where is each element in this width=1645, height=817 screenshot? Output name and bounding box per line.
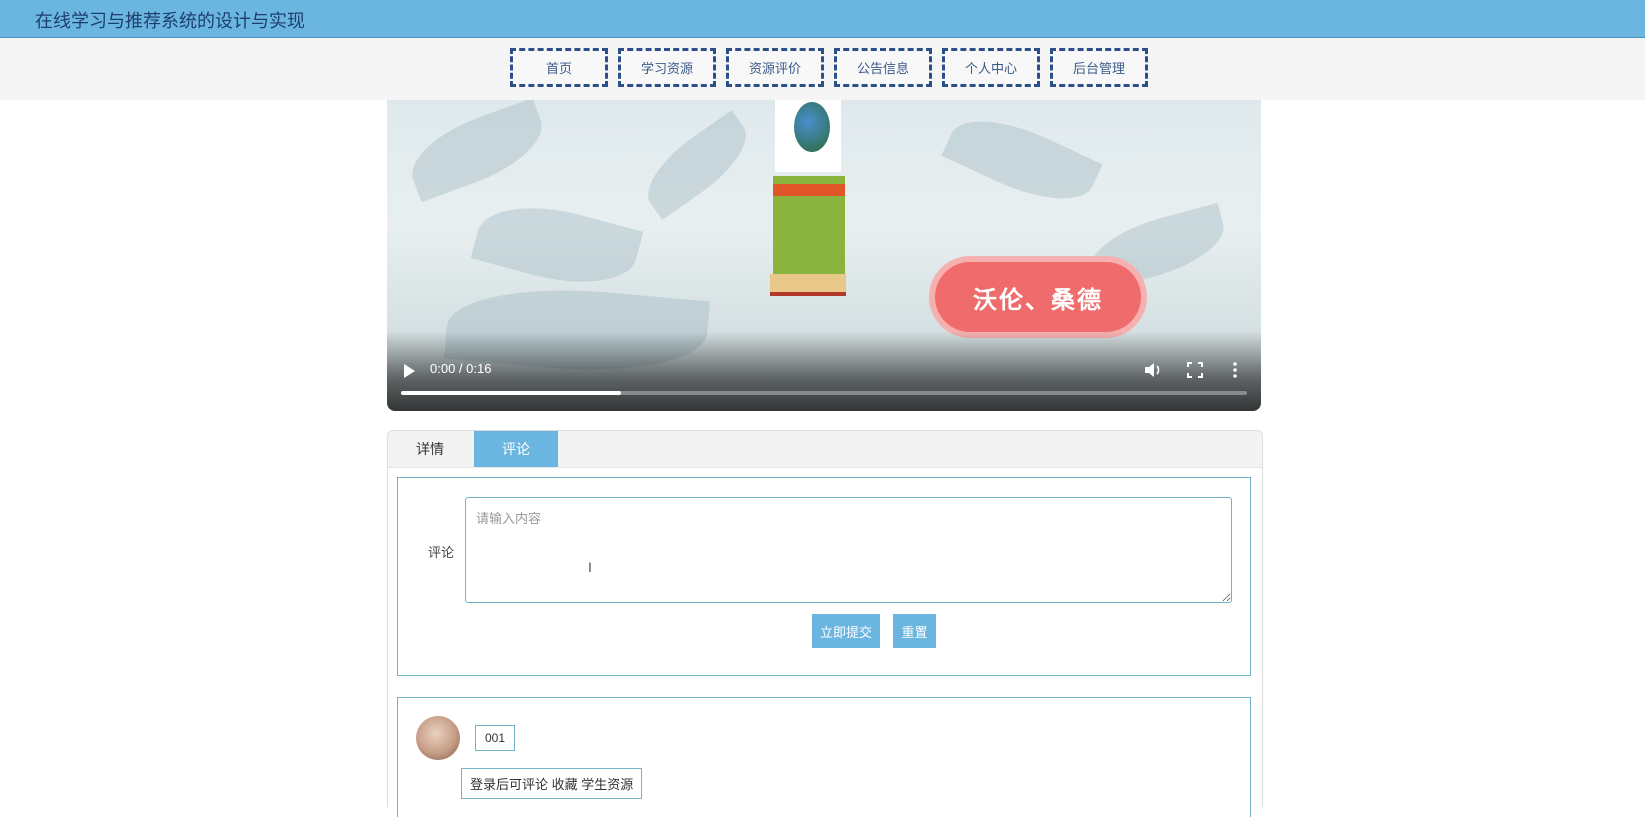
video-controls: 0:00 / 0:16 <box>387 331 1261 411</box>
nav-bar: 首页 学习资源 资源评价 公告信息 个人中心 后台管理 <box>0 38 1645 100</box>
comment-text: 登录后可评论 收藏 学生资源 <box>461 768 643 799</box>
video-progress-bar[interactable] <box>401 391 1247 395</box>
tab-bar: 详情 评论 <box>388 431 1262 468</box>
content-panel: 详情 评论 评论 I 立即提交 重置 001 登录后可评论 收藏 学生资源 <box>387 430 1263 817</box>
background-leaf <box>470 190 644 300</box>
globe-icon <box>794 102 830 152</box>
background-leaf <box>941 101 1103 219</box>
play-icon[interactable] <box>404 364 415 378</box>
site-title: 在线学习与推荐系统的设计与实现 <box>35 11 305 31</box>
book-illustration <box>770 100 846 296</box>
tab-comments[interactable]: 评论 <box>474 431 558 467</box>
avatar <box>416 716 460 760</box>
volume-icon[interactable] <box>1144 362 1162 378</box>
fullscreen-icon[interactable] <box>1187 362 1203 378</box>
nav-item-learning-resources[interactable]: 学习资源 <box>618 48 716 87</box>
reset-button[interactable]: 重置 <box>893 614 936 648</box>
tab-details[interactable]: 详情 <box>388 431 472 467</box>
comment-username: 001 <box>475 725 515 751</box>
nav-item-announcements[interactable]: 公告信息 <box>834 48 932 87</box>
nav-item-admin[interactable]: 后台管理 <box>1050 48 1148 87</box>
nav-item-home[interactable]: 首页 <box>510 48 608 87</box>
nav-list: 首页 学习资源 资源评价 公告信息 个人中心 后台管理 <box>510 48 1148 87</box>
background-leaf <box>633 110 761 220</box>
more-options-icon[interactable] <box>1232 361 1238 379</box>
top-header-bar: 在线学习与推荐系统的设计与实现 <box>0 0 1645 38</box>
comment-label: 评论 <box>428 545 455 560</box>
video-progress-fill <box>401 391 621 395</box>
comment-textarea[interactable] <box>465 497 1232 603</box>
video-time: 0:00 / 0:16 <box>430 361 492 376</box>
submit-button[interactable]: 立即提交 <box>812 614 880 648</box>
video-overlay-title: 沃伦、桑德 <box>935 262 1141 332</box>
comment-list: 001 登录后可评论 收藏 学生资源 <box>397 697 1251 817</box>
video-player[interactable]: 沃伦、桑德 0:00 / 0:16 <box>387 100 1261 411</box>
nav-item-profile[interactable]: 个人中心 <box>942 48 1040 87</box>
text-cursor-icon: I <box>588 559 592 575</box>
comment-form: 评论 I 立即提交 重置 <box>397 477 1251 676</box>
background-leaf <box>400 100 554 203</box>
nav-item-resource-reviews[interactable]: 资源评价 <box>726 48 824 87</box>
